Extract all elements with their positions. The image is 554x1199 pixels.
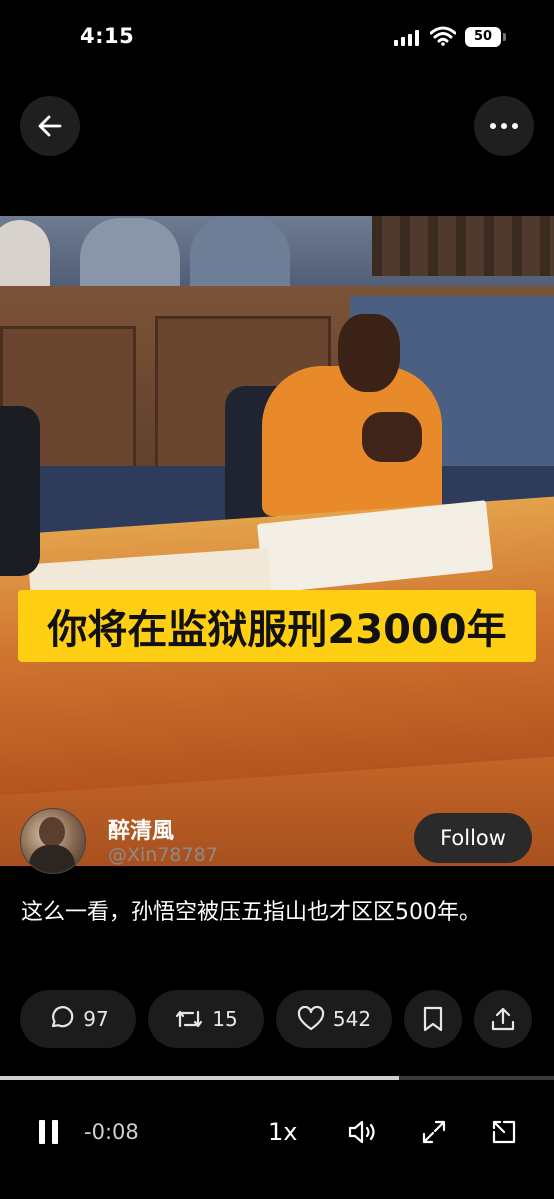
arrow-left-icon: [38, 115, 62, 137]
battery-icon: 50: [465, 27, 501, 47]
spectator: [190, 216, 290, 296]
reply-icon: [52, 1006, 74, 1028]
volume-button[interactable]: [346, 1110, 378, 1154]
bench-rail: [372, 216, 554, 276]
reply-count: 97: [83, 1007, 109, 1031]
attorney: [0, 406, 40, 576]
time-remaining: -0:08: [84, 1120, 139, 1144]
defendant-hands: [362, 412, 422, 462]
pause-button[interactable]: [36, 1110, 62, 1154]
share-button[interactable]: [474, 990, 532, 1048]
follow-button[interactable]: Follow: [414, 813, 532, 863]
pause-icon: [39, 1120, 58, 1144]
repost-button[interactable]: 15: [148, 990, 264, 1048]
video-progress-bar[interactable]: [0, 1076, 554, 1080]
exit-video-icon: [492, 1120, 516, 1144]
heart-icon: [297, 1006, 325, 1031]
more-horizontal-icon: [490, 123, 518, 129]
bookmark-button[interactable]: [404, 990, 462, 1048]
cellular-signal-icon: [394, 30, 420, 46]
repost-count: 15: [212, 1007, 238, 1031]
author-handle[interactable]: @Xin78787: [108, 844, 218, 866]
video-player[interactable]: [0, 216, 554, 866]
more-options-button[interactable]: [474, 96, 534, 156]
volume-icon: [348, 1120, 375, 1144]
like-count: 542: [332, 1007, 372, 1031]
status-time: 4:15: [80, 24, 135, 48]
fullscreen-button[interactable]: [420, 1110, 448, 1154]
playback-speed-button[interactable]: 1x: [268, 1110, 297, 1154]
video-caption: 你将在监狱服刑23000年: [18, 590, 536, 662]
reply-button[interactable]: 97: [20, 990, 136, 1048]
post-text: 这么一看，孙悟空被压五指山也才区区500年。: [21, 900, 481, 925]
battery-level: 50: [473, 29, 493, 44]
battery-tip: [503, 33, 506, 41]
defendant-head: [338, 314, 400, 392]
back-button[interactable]: [20, 96, 80, 156]
repost-icon: [176, 1010, 203, 1028]
video-caption-text: 你将在监狱服刑23000年: [47, 607, 507, 653]
exit-video-button[interactable]: [490, 1110, 518, 1154]
avatar[interactable]: [20, 808, 86, 874]
video-progress-fill: [0, 1076, 399, 1080]
expand-icon: [422, 1120, 446, 1144]
wifi-icon: [429, 26, 457, 46]
like-button[interactable]: 542: [276, 990, 392, 1048]
bookmark-icon: [423, 1006, 443, 1032]
author-name[interactable]: 醉清風: [108, 813, 174, 845]
share-icon: [491, 1007, 515, 1031]
